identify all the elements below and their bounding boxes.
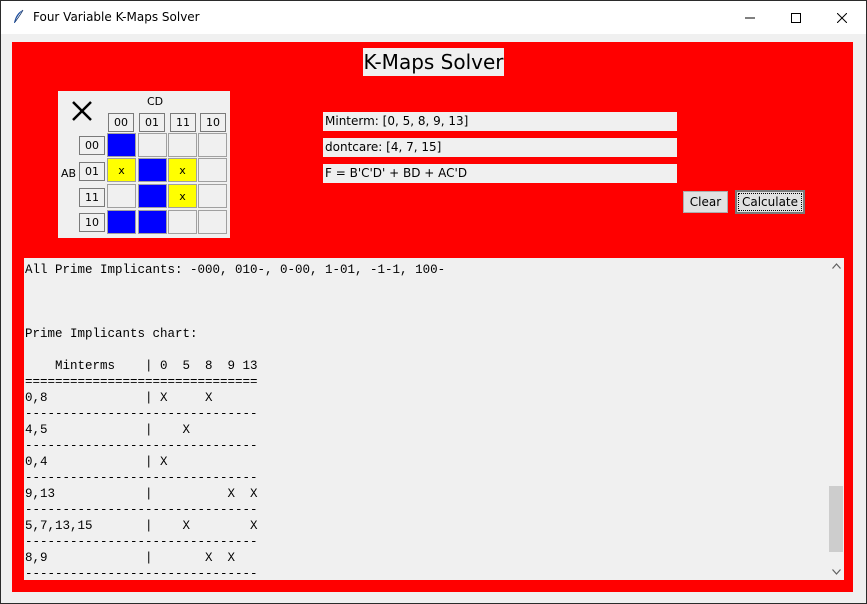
window-title: Four Variable K-Maps Solver (33, 10, 200, 24)
kmap-cell[interactable] (168, 133, 197, 157)
calculate-button[interactable]: Calculate (735, 190, 805, 214)
kmap-cell[interactable]: x (168, 184, 197, 208)
kmap-cell[interactable]: x (168, 158, 197, 182)
kmap-cell[interactable]: 1 (107, 133, 136, 157)
minimize-button[interactable] (727, 1, 773, 34)
maximize-icon (791, 12, 801, 23)
kmap-cell[interactable] (138, 133, 167, 157)
row-header: 01 (79, 162, 105, 181)
kmap-cell[interactable] (198, 184, 227, 208)
row-header: 11 (79, 188, 105, 207)
minimize-icon (745, 17, 755, 18)
col-header: 00 (108, 113, 134, 132)
scroll-up-button[interactable] (828, 258, 844, 274)
output-text: All Prime Implicants: -000, 010-, 0-00, … (25, 263, 446, 580)
output-text-area[interactable]: All Prime Implicants: -000, 010-, 0-00, … (24, 258, 844, 580)
minterm-field[interactable]: Minterm: [0, 5, 8, 9, 13] (323, 112, 677, 131)
kmap-cell[interactable]: 1 (138, 210, 167, 234)
kmap-cell[interactable] (168, 210, 197, 234)
chevron-up-icon (831, 263, 841, 269)
row-header: 00 (79, 136, 105, 155)
output-scrollbar[interactable] (828, 258, 844, 580)
title-bar[interactable]: Four Variable K-Maps Solver (1, 1, 866, 34)
kmap-cell[interactable] (198, 210, 227, 234)
clear-button[interactable]: Clear (683, 191, 728, 213)
row-header: 10 (79, 213, 105, 232)
clear-grid-x-icon[interactable] (71, 100, 93, 122)
ab-label: AB (61, 167, 77, 180)
close-button[interactable] (819, 1, 865, 34)
scroll-down-button[interactable] (828, 564, 844, 580)
kmap-cell[interactable] (198, 133, 227, 157)
close-icon (837, 12, 847, 23)
kmap-cell[interactable]: 1 (138, 158, 167, 182)
kmap-cell[interactable] (107, 184, 136, 208)
dontcare-field[interactable]: dontcare: [4, 7, 15] (323, 138, 677, 157)
kmap-cell[interactable]: 1 (138, 184, 167, 208)
result-field[interactable]: F = B'C'D' + BD + AC'D (323, 164, 677, 183)
cd-label: CD (147, 95, 164, 108)
col-header: 10 (200, 113, 226, 132)
maximize-button[interactable] (773, 1, 819, 34)
kmap-cell[interactable] (198, 158, 227, 182)
chevron-down-icon (831, 569, 841, 575)
kmap-cell[interactable]: x (107, 158, 136, 182)
col-header: 01 (139, 113, 165, 132)
app-title: K-Maps Solver (363, 48, 504, 76)
kmap-cell[interactable]: 1 (107, 210, 136, 234)
scroll-thumb[interactable] (829, 486, 843, 552)
col-header: 11 (170, 113, 196, 132)
feather-icon (14, 9, 24, 23)
